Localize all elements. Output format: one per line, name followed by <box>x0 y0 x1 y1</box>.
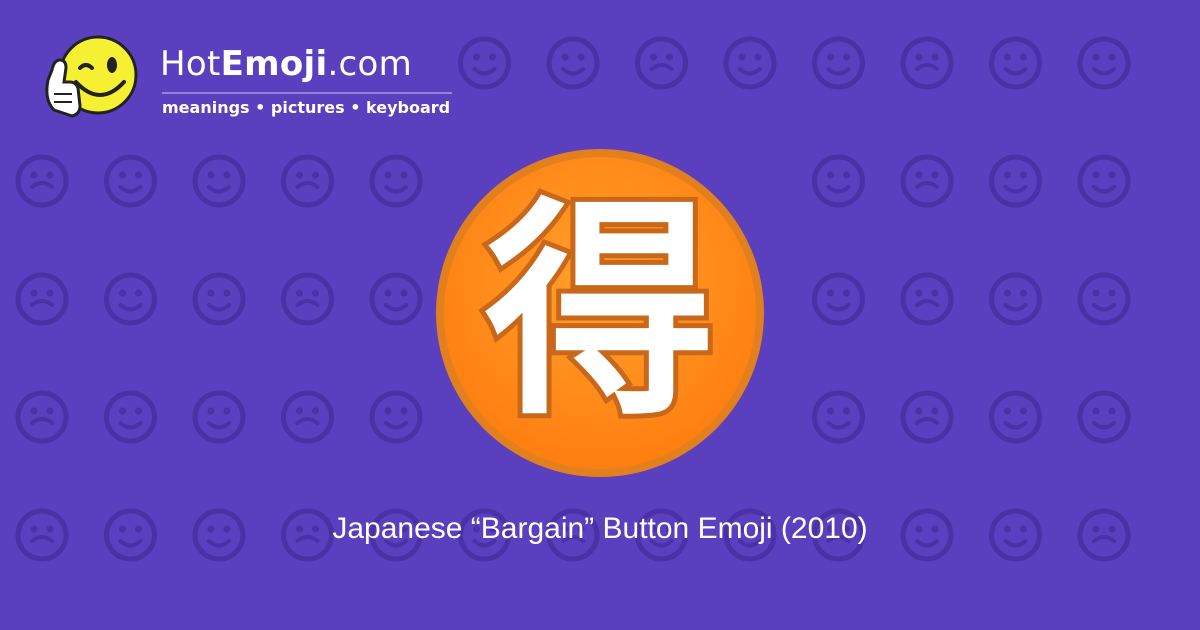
background-hearts-icon <box>281 390 334 444</box>
background-sleeping-icon <box>989 154 1042 208</box>
background-persevere-icon <box>900 36 954 90</box>
background-raised-hands-icon <box>812 154 865 208</box>
emoji-caption: Japanese “Bargain” Button Emoji (2010) <box>332 512 868 545</box>
brand-prefix: Hot <box>160 44 221 84</box>
background-scream-icon <box>900 390 954 444</box>
background-monkey-icon <box>812 390 865 444</box>
background-grimace-icon <box>281 154 334 208</box>
background-heart-icon <box>281 272 334 326</box>
background-confused-icon <box>812 272 865 326</box>
background-broken-heart-icon <box>369 272 423 326</box>
background-arrow-heart-icon <box>104 390 157 444</box>
brand-tagline: meanings • pictures • keyboard <box>162 98 451 117</box>
background-ok-hand-icon <box>989 36 1042 90</box>
japanese-bargain-button-emoji: 得 <box>430 148 770 488</box>
background-frown-icon <box>1077 154 1131 208</box>
background-broken-heart-icon <box>15 390 69 444</box>
background-grin-icon <box>15 272 69 326</box>
background-kiss-icon <box>635 36 688 90</box>
bargain-kanji: 得 <box>485 180 715 447</box>
background-notes-icon <box>900 154 954 208</box>
background-grin-icon <box>192 272 246 326</box>
background-wink-icon <box>546 36 600 90</box>
background-tongue-icon <box>989 272 1042 326</box>
brand-suffix: .com <box>327 44 413 84</box>
background-heart-icon <box>900 272 954 326</box>
background-heart-icon <box>369 390 423 444</box>
bargain-button-icon: 得 <box>436 149 764 477</box>
background-neutral-icon <box>1077 36 1131 90</box>
background-weary-icon <box>192 390 246 444</box>
brand-divider <box>162 92 452 94</box>
background-hearts-icon <box>723 36 777 90</box>
background-smile-icon <box>812 36 865 90</box>
background-smirk-icon <box>104 154 157 208</box>
background-eyes-icon <box>15 154 69 208</box>
brand-strong: Emoji <box>220 44 328 84</box>
site-logo[interactable]: HotEmoji.com meanings • pictures • keybo… <box>40 30 470 130</box>
brand-name: HotEmoji.com <box>160 44 412 84</box>
thumbs-up-smiley-icon <box>45 35 138 118</box>
background-angry-icon <box>1077 390 1131 444</box>
background-frown-icon <box>1077 272 1131 326</box>
background-relieved-icon <box>192 154 246 208</box>
background-imp-icon <box>989 390 1042 444</box>
background-sparkles-icon <box>104 272 157 326</box>
background-recycle-icon <box>369 154 423 208</box>
